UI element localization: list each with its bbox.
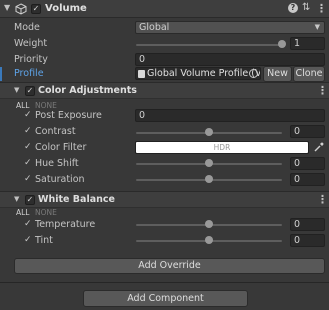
saturation-field[interactable]: 0	[290, 173, 325, 186]
eyedropper-icon[interactable]	[313, 142, 324, 153]
hue-shift-slider-knob[interactable]	[205, 159, 213, 167]
contrast-slider-knob[interactable]	[205, 128, 213, 136]
post-exposure-label: Post Exposure	[35, 110, 102, 121]
chevron-down-icon: ▼	[314, 23, 320, 31]
contrast-label: Contrast	[35, 126, 76, 137]
tint-override-check[interactable]: ✓	[24, 235, 32, 245]
tint-slider-knob[interactable]	[205, 236, 213, 244]
all-toggle[interactable]: ALL	[16, 208, 30, 217]
component-title: Volume	[45, 3, 87, 14]
clone-profile-button[interactable]: Clone	[293, 66, 325, 82]
mode-value: Global	[139, 22, 170, 33]
help-icon[interactable]: ?	[288, 3, 298, 13]
add-override-button[interactable]: Add Override	[14, 258, 325, 274]
tint-field[interactable]: 0	[290, 234, 325, 247]
new-profile-button[interactable]: New	[263, 66, 292, 82]
component-enabled-checkbox[interactable]: ✓	[31, 4, 41, 14]
contrast-value: 0	[294, 126, 301, 137]
collapse-arrow-icon[interactable]: ▼	[14, 195, 19, 203]
collapse-arrow-icon[interactable]: ▼	[14, 86, 19, 94]
tint-label: Tint	[35, 235, 53, 246]
component-header: ▼ ✓ Volume ? ⇅ ⋮	[0, 0, 329, 18]
weight-label: Weight	[14, 38, 48, 49]
all-toggle[interactable]: ALL	[16, 101, 30, 110]
hue-shift-override-check[interactable]: ✓	[24, 158, 32, 168]
add-component-button[interactable]: Add Component	[83, 290, 248, 307]
profile-asset-icon	[138, 70, 145, 78]
mode-label: Mode	[14, 22, 40, 33]
cube-icon	[15, 3, 27, 15]
color-filter-override-check[interactable]: ✓	[24, 142, 32, 152]
weight-slider-knob[interactable]	[278, 40, 286, 48]
profile-value: Global Volume Profile (V	[147, 68, 261, 79]
temperature-override-check[interactable]: ✓	[24, 219, 32, 229]
hdr-label: HDR	[213, 143, 231, 152]
color-filter-swatch[interactable]: HDR	[135, 141, 309, 154]
priority-value: 0	[139, 54, 146, 65]
saturation-value: 0	[294, 174, 301, 185]
saturation-override-check[interactable]: ✓	[24, 174, 32, 184]
profile-label: Profile	[14, 68, 44, 79]
profile-object-field[interactable]: Global Volume Profile (V	[135, 67, 261, 80]
component-menu-icon[interactable]: ⋮	[316, 2, 327, 15]
color-adjustments-header[interactable]: ▼ ✓ Color Adjustments ⋮	[0, 82, 329, 99]
tint-value: 0	[294, 235, 301, 246]
white-balance-title: White Balance	[38, 194, 115, 205]
contrast-field[interactable]: 0	[290, 125, 325, 138]
saturation-slider-knob[interactable]	[205, 175, 213, 183]
temperature-value: 0	[294, 219, 301, 230]
none-toggle[interactable]: NONE	[35, 101, 57, 110]
color-filter-label: Color Filter	[35, 142, 87, 153]
post-exposure-value: 0	[139, 110, 146, 121]
priority-field[interactable]: 0	[135, 53, 325, 66]
post-exposure-override-check[interactable]: ✓	[24, 110, 32, 120]
temperature-label: Temperature	[35, 219, 96, 230]
weight-slider-track[interactable]	[136, 44, 282, 46]
white-balance-header[interactable]: ▼ ✓ White Balance ⋮	[0, 191, 329, 208]
hue-shift-field[interactable]: 0	[290, 157, 325, 170]
hue-shift-value: 0	[294, 158, 301, 169]
temperature-field[interactable]: 0	[290, 218, 325, 231]
preset-icon[interactable]: ⇅	[302, 2, 310, 13]
color-adjustments-enabled-checkbox[interactable]: ✓	[25, 86, 35, 96]
collapse-arrow-icon[interactable]: ▼	[4, 3, 10, 12]
none-toggle[interactable]: NONE	[35, 208, 57, 217]
weight-value: 1	[294, 38, 301, 49]
white-balance-enabled-checkbox[interactable]: ✓	[25, 195, 35, 205]
hue-shift-label: Hue Shift	[35, 158, 79, 169]
priority-label: Priority	[14, 54, 48, 65]
color-adjustments-title: Color Adjustments	[38, 85, 137, 96]
profile-highlight-bar	[0, 67, 2, 81]
white-balance-menu-icon[interactable]: ⋮	[317, 193, 328, 206]
temperature-slider-knob[interactable]	[205, 220, 213, 228]
saturation-label: Saturation	[35, 174, 85, 185]
object-picker-icon[interactable]	[249, 69, 258, 78]
contrast-override-check[interactable]: ✓	[24, 126, 32, 136]
color-adjustments-menu-icon[interactable]: ⋮	[317, 84, 328, 97]
post-exposure-field[interactable]: 0	[135, 109, 325, 122]
mode-dropdown[interactable]: Global ▼	[135, 21, 325, 34]
weight-field[interactable]: 1	[290, 37, 325, 50]
divider	[0, 282, 329, 283]
